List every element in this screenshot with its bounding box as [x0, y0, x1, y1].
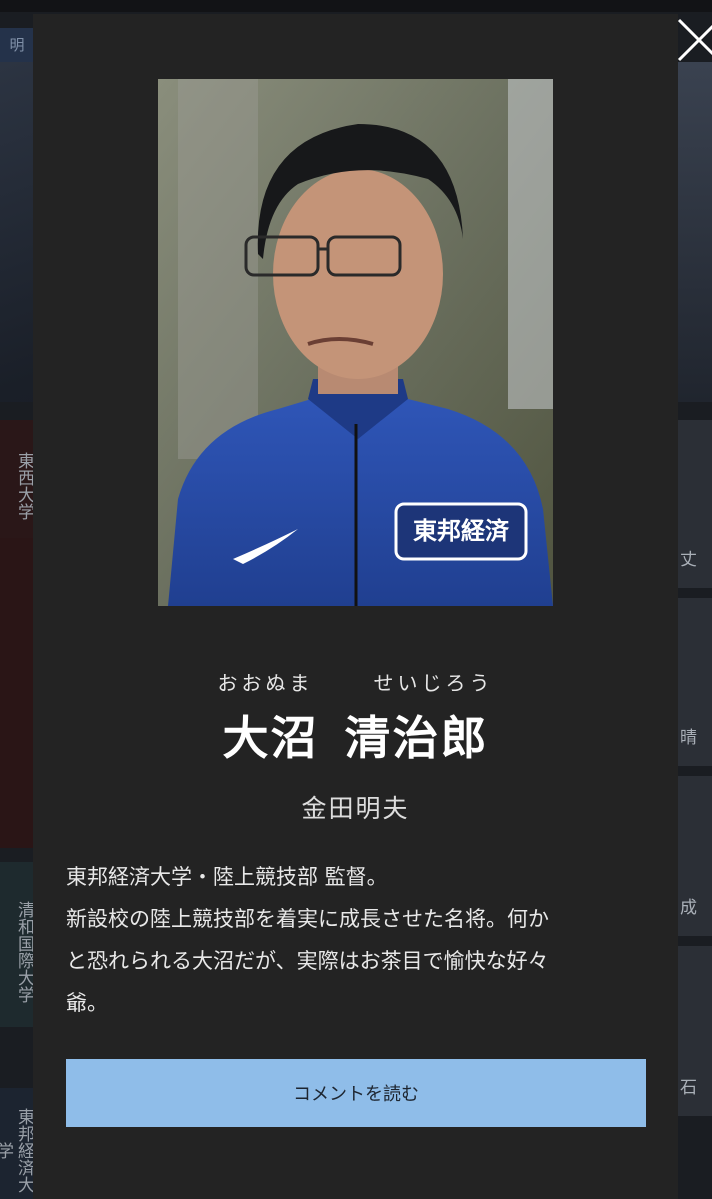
side-card-glyph: 丈 — [680, 550, 697, 570]
side-card-glyph: 石 — [680, 1078, 697, 1098]
name-ruby: おおぬま せいじろう — [33, 667, 678, 696]
name-family: 大沼 — [222, 711, 319, 765]
character-photo: 東邦経済 — [158, 79, 553, 606]
university-panel-tozai — [0, 538, 34, 848]
background-tab[interactable]: 明 — [0, 28, 34, 62]
side-card-glyph: 晴 — [680, 728, 697, 748]
description-line: 東邦経済大学・陸上競技部 監督。 — [66, 865, 388, 889]
ruby-given: せいじろう — [373, 671, 494, 695]
ruby-family: おおぬま — [217, 671, 314, 695]
character-description: 東邦経済大学・陸上競技部 監督。 新設校の陸上競技部を着実に成長させた名将。何か… — [66, 856, 646, 1024]
description-line: 新設校の陸上競技部を着実に成長させた名将。何か — [66, 907, 549, 931]
university-label-tozai[interactable]: 東西大学 — [0, 420, 34, 538]
background-top-bar — [0, 0, 712, 12]
read-comment-button[interactable]: コメントを読む — [66, 1059, 646, 1127]
university-label-toho[interactable]: 東邦経済大学 — [0, 1088, 34, 1199]
character-name: 大沼 清治郎 — [33, 702, 678, 768]
jacket-badge-text: 東邦経済 — [413, 517, 509, 545]
side-character-card[interactable]: 晴 — [678, 598, 712, 766]
actor-name: 金田明夫 — [301, 794, 410, 823]
description-line: と恐れられる大沼だが、実際はお茶目で愉快な好々 — [66, 949, 549, 973]
close-icon[interactable] — [673, 14, 712, 66]
side-character-card[interactable]: 成 — [678, 776, 712, 936]
background-hero-edge — [678, 62, 712, 402]
side-character-card[interactable]: 丈 — [678, 420, 712, 588]
side-character-card[interactable]: 石 — [678, 946, 712, 1116]
name-given: 清治郎 — [344, 711, 489, 765]
character-modal: 東邦経済 おおぬま せいじろう 大沼 清治郎 金田明夫 東邦経済大学・陸上競技部 監… — [33, 14, 712, 1199]
university-label-seiwa[interactable]: 清和国際大学 — [0, 862, 34, 1027]
description-line: 爺。 — [66, 991, 108, 1015]
side-card-glyph: 成 — [680, 898, 697, 918]
